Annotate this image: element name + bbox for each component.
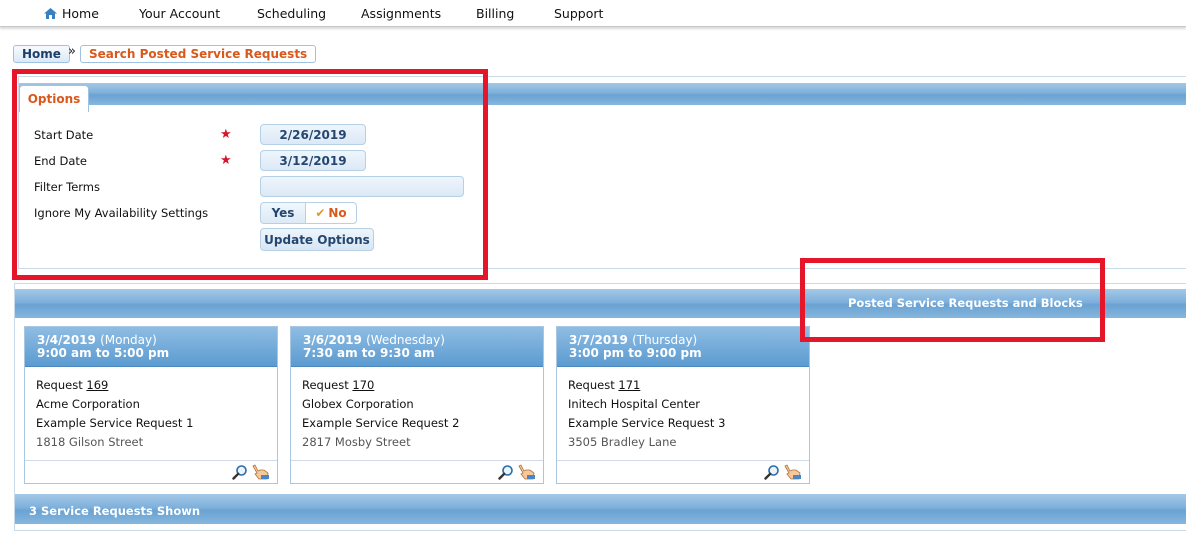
card-header: 3/6/2019 (Wednesday) 7:30 am to 9:30 am xyxy=(291,327,543,367)
service-request-card[interactable]: 3/7/2019 (Thursday) 3:00 pm to 9:00 pm R… xyxy=(556,326,810,484)
hand-pointer-icon[interactable] xyxy=(518,464,536,480)
card-footer-divider xyxy=(291,460,543,461)
annotation-box-options xyxy=(12,69,488,280)
nav-scheduling[interactable]: Scheduling xyxy=(257,6,326,21)
card-description: Example Service Request 1 xyxy=(36,416,194,430)
card-time: 3:00 pm to 9:00 pm xyxy=(569,346,702,360)
card-address: 3505 Bradley Lane xyxy=(568,435,677,449)
card-header: 3/4/2019 (Monday) 9:00 am to 5:00 pm xyxy=(25,327,277,367)
request-link[interactable]: 170 xyxy=(352,378,374,392)
nav-support[interactable]: Support xyxy=(554,6,603,21)
request-prefix: Request xyxy=(36,378,83,392)
request-link[interactable]: 169 xyxy=(86,378,108,392)
card-request-line: Request 169 xyxy=(36,378,108,392)
card-date: 3/6/2019 xyxy=(303,333,362,347)
magnifier-icon[interactable] xyxy=(498,464,514,480)
card-description: Example Service Request 2 xyxy=(302,416,460,430)
request-prefix: Request xyxy=(568,378,615,392)
card-organization: Globex Corporation xyxy=(302,397,414,411)
breadcrumb-home[interactable]: Home xyxy=(13,45,70,63)
card-actions xyxy=(498,464,536,480)
card-time: 9:00 am to 5:00 pm xyxy=(37,346,170,360)
magnifier-icon[interactable] xyxy=(232,464,248,480)
results-count: 3 Service Requests Shown xyxy=(29,504,201,518)
card-address: 1818 Gilson Street xyxy=(36,435,144,449)
card-day: (Monday) xyxy=(100,333,157,347)
nav-assignments[interactable]: Assignments xyxy=(361,6,441,21)
nav-home-label: Home xyxy=(62,6,99,21)
breadcrumb-current[interactable]: Search Posted Service Requests xyxy=(80,45,317,63)
card-time: 7:30 am to 9:30 am xyxy=(303,346,435,360)
card-organization: Initech Hospital Center xyxy=(568,397,701,411)
service-request-card[interactable]: 3/4/2019 (Monday) 9:00 am to 5:00 pm Req… xyxy=(24,326,278,484)
hand-pointer-icon[interactable] xyxy=(252,464,270,480)
nav-your-account[interactable]: Your Account xyxy=(139,6,220,21)
card-actions xyxy=(232,464,270,480)
service-request-card[interactable]: 3/6/2019 (Wednesday) 7:30 am to 9:30 am … xyxy=(290,326,544,484)
card-date: 3/4/2019 xyxy=(37,333,96,347)
annotation-box-results-title xyxy=(800,258,1105,342)
card-header: 3/7/2019 (Thursday) 3:00 pm to 9:00 pm xyxy=(557,327,809,367)
card-request-line: Request 170 xyxy=(302,378,374,392)
request-prefix: Request xyxy=(302,378,349,392)
breadcrumb-separator: » xyxy=(68,44,76,59)
card-actions xyxy=(764,464,802,480)
card-footer-divider xyxy=(557,460,809,461)
magnifier-icon[interactable] xyxy=(764,464,780,480)
card-day: (Wednesday) xyxy=(366,333,445,347)
home-icon xyxy=(44,8,57,19)
card-description: Example Service Request 3 xyxy=(568,416,726,430)
card-address: 2817 Mosby Street xyxy=(302,435,411,449)
card-request-line: Request 171 xyxy=(568,378,640,392)
top-nav: Home Your Account Scheduling Assignments… xyxy=(0,0,1186,27)
card-organization: Acme Corporation xyxy=(36,397,140,411)
nav-home[interactable]: Home xyxy=(44,6,99,21)
nav-billing[interactable]: Billing xyxy=(476,6,514,21)
card-date: 3/7/2019 xyxy=(569,333,628,347)
request-link[interactable]: 171 xyxy=(618,378,640,392)
hand-pointer-icon[interactable] xyxy=(784,464,802,480)
card-footer-divider xyxy=(25,460,277,461)
card-day: (Thursday) xyxy=(632,333,698,347)
